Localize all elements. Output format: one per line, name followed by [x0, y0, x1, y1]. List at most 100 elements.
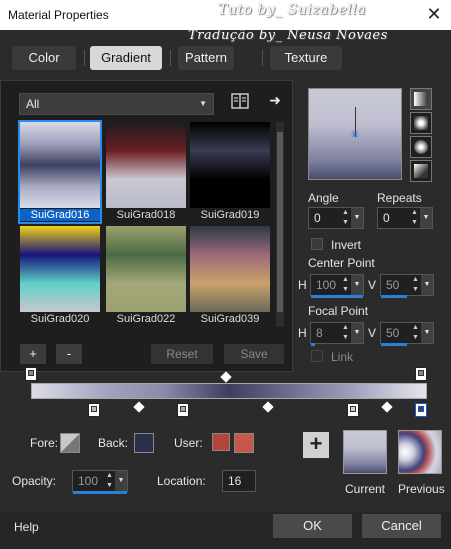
back-swatch[interactable]	[134, 433, 154, 453]
focal-v-label: V	[368, 326, 377, 340]
center-h-input[interactable]: 100 ▲ ▼ ▼	[310, 274, 364, 298]
add-to-swatches-button[interactable]: +	[303, 432, 329, 458]
gradient-tile[interactable]: SuiGrad016	[18, 120, 102, 224]
watermark-line2: Tradução by_ Neusa Novaes	[188, 28, 388, 43]
user-swatch-1[interactable]	[212, 433, 230, 451]
color-midpoint[interactable]	[262, 401, 274, 413]
arrow-right-icon[interactable]: ➜	[265, 92, 285, 110]
ok-button[interactable]: OK	[273, 514, 352, 538]
sunburst-style-button[interactable]	[410, 136, 432, 158]
gradient-tile[interactable]: SuiGrad020	[20, 226, 100, 326]
chevron-down-icon[interactable]: ▼	[351, 208, 363, 228]
invert-label: Invert	[331, 238, 362, 252]
gradient-swatch	[20, 226, 100, 312]
gradient-swatch	[106, 226, 186, 312]
chevron-down-icon[interactable]: ▼	[421, 275, 433, 295]
user-swatch-2[interactable]	[234, 433, 254, 453]
save-button[interactable]: Save	[224, 344, 284, 364]
current-label: Current	[345, 482, 386, 496]
tab-pattern[interactable]: Pattern	[178, 46, 234, 70]
color-stop[interactable]	[347, 403, 359, 417]
tab-texture[interactable]: Texture	[270, 46, 342, 70]
previous-swatch[interactable]	[398, 430, 442, 474]
spin-arrows-icon[interactable]: ▲ ▼	[340, 323, 351, 343]
focal-h-input[interactable]: 8 ▲ ▼ ▼	[310, 322, 364, 346]
transparency-stop-left[interactable]	[25, 367, 37, 381]
transparency-midpoint[interactable]	[220, 371, 232, 383]
angle-input[interactable]: 0 ▲ ▼ ▼	[308, 207, 364, 229]
gradient-tile[interactable]: SuiGrad018	[106, 122, 186, 222]
tab-color[interactable]: Color	[12, 46, 76, 70]
chevron-down-icon[interactable]: ▼	[115, 471, 127, 491]
focal-v-input[interactable]: 50 ▲ ▼ ▼	[380, 322, 434, 346]
spin-arrows-icon[interactable]: ▲ ▼	[409, 208, 420, 228]
invert-checkbox[interactable]	[311, 238, 323, 250]
center-v-level	[381, 295, 407, 298]
color-midpoint[interactable]	[381, 401, 393, 413]
help-link[interactable]: Help	[14, 520, 39, 534]
gradient-label: SuiGrad020	[30, 313, 90, 325]
focal-h-level	[311, 343, 316, 346]
add-gradient-button[interactable]: +	[20, 344, 46, 364]
fore-label: Fore:	[30, 436, 59, 450]
gradient-tile[interactable]: SuiGrad019	[190, 122, 270, 222]
gradient-label: SuiGrad018	[116, 209, 176, 221]
gradient-preview[interactable]: ✳	[308, 88, 402, 180]
book-icon[interactable]	[230, 93, 250, 111]
rectangular-style-button[interactable]	[410, 112, 432, 134]
spin-arrows-icon[interactable]: ▲ ▼	[410, 275, 421, 295]
center-v-input[interactable]: 50 ▲ ▼ ▼	[380, 274, 434, 298]
focal-point-label: Focal Point	[308, 304, 369, 318]
fore-swatch[interactable]	[60, 433, 80, 453]
category-value: All	[26, 97, 40, 111]
link-checkbox[interactable]	[311, 350, 323, 362]
linear-style-button[interactable]	[410, 88, 432, 110]
center-v-value: 50	[386, 278, 400, 292]
chevron-down-icon[interactable]: ▼	[420, 208, 432, 228]
spin-arrows-icon[interactable]: ▲ ▼	[340, 208, 351, 228]
center-point-handle[interactable]: ✳	[349, 129, 361, 141]
remove-gradient-button[interactable]: -	[56, 344, 82, 364]
color-stop[interactable]	[177, 403, 189, 417]
repeats-label: Repeats	[377, 191, 422, 205]
radial-style-button[interactable]	[410, 160, 432, 182]
back-label: Back:	[98, 436, 129, 450]
gradient-tile[interactable]: SuiGrad039	[190, 226, 270, 326]
rectangular-style-icon	[414, 116, 428, 130]
gradient-swatch	[106, 122, 186, 208]
opacity-level	[73, 491, 127, 494]
cancel-button[interactable]: Cancel	[362, 514, 441, 538]
center-h-level	[311, 295, 363, 298]
close-icon[interactable]: ✕	[424, 4, 444, 24]
repeats-value: 0	[383, 211, 390, 225]
gradient-bar[interactable]	[31, 383, 427, 399]
spin-arrows-icon[interactable]: ▲ ▼	[410, 323, 421, 343]
chevron-down-icon[interactable]: ▼	[351, 323, 363, 343]
tab-gradient[interactable]: Gradient	[90, 46, 162, 70]
color-midpoint[interactable]	[133, 401, 145, 413]
center-point-label: Center Point	[308, 256, 375, 270]
gradient-tile[interactable]: SuiGrad022	[106, 226, 186, 326]
opacity-input[interactable]: 100 ▲ ▼ ▼	[72, 470, 128, 494]
linear-style-icon	[414, 92, 428, 106]
focal-h-value: 8	[316, 326, 323, 340]
chevron-down-icon[interactable]: ▼	[351, 275, 363, 295]
spin-arrows-icon[interactable]: ▲ ▼	[340, 275, 351, 295]
scrollbar-thumb[interactable]	[277, 132, 283, 312]
color-stop-selected[interactable]	[415, 403, 427, 417]
repeats-input[interactable]: 0 ▲ ▼ ▼	[377, 207, 433, 229]
location-input[interactable]: 16	[222, 470, 256, 492]
window-title: Material Properties	[8, 8, 109, 22]
spin-arrows-icon[interactable]: ▲ ▼	[104, 471, 115, 491]
focal-v-value: 50	[386, 326, 400, 340]
transparency-stop-right[interactable]	[415, 367, 427, 381]
library-scrollbar[interactable]	[276, 122, 284, 327]
watermark-line1: Tuto by_ Suizabella	[218, 2, 367, 18]
chevron-down-icon[interactable]: ▼	[421, 323, 433, 343]
gradient-swatch	[190, 122, 270, 208]
color-stop[interactable]	[88, 403, 100, 417]
reset-button[interactable]: Reset	[151, 344, 213, 364]
category-dropdown[interactable]: All ▼	[19, 93, 214, 115]
location-label: Location:	[157, 474, 206, 488]
center-h-label: H	[298, 278, 307, 292]
